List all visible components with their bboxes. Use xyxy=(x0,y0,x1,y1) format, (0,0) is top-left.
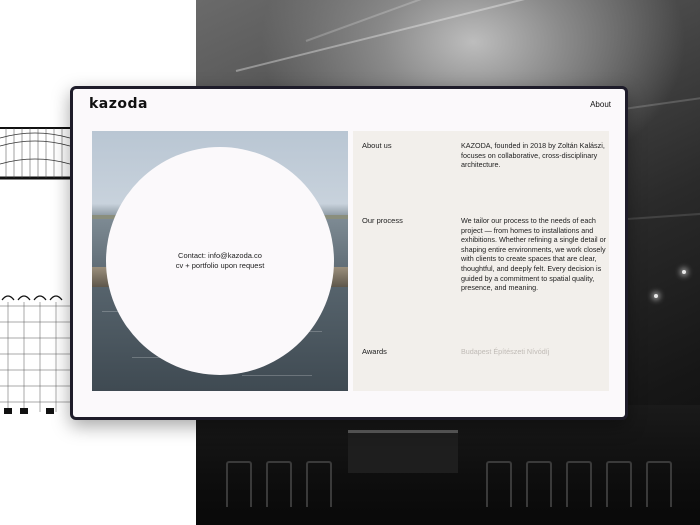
site-logo[interactable]: kazoda xyxy=(89,96,148,112)
contact-email[interactable]: Contact: info@kazoda.co xyxy=(178,251,262,261)
awards-label: Awards xyxy=(362,347,387,356)
architectural-section-drawing xyxy=(0,124,71,182)
nav-link-about[interactable]: About xyxy=(590,100,611,109)
lake-photo-panel: Contact: info@kazoda.co cv + portfolio u… xyxy=(92,131,348,391)
our-process-text: We tailor our process to the needs of ea… xyxy=(461,216,607,293)
our-process-label: Our process xyxy=(362,216,403,225)
architectural-elevation-drawing xyxy=(0,292,70,420)
info-panel: About us KAZODA, founded in 2018 by Zolt… xyxy=(353,131,609,391)
contact-portfolio-note: cv + portfolio upon request xyxy=(175,261,265,270)
about-us-label: About us xyxy=(362,141,392,150)
website-window: kazoda About Contact: info@kazoda.co cv … xyxy=(70,86,628,420)
about-us-text: KAZODA, founded in 2018 by Zoltán Kalász… xyxy=(461,141,605,170)
awards-text: Budapest Építészeti Nívódíj xyxy=(461,347,550,356)
contact-circle: Contact: info@kazoda.co cv + portfolio u… xyxy=(106,147,334,375)
